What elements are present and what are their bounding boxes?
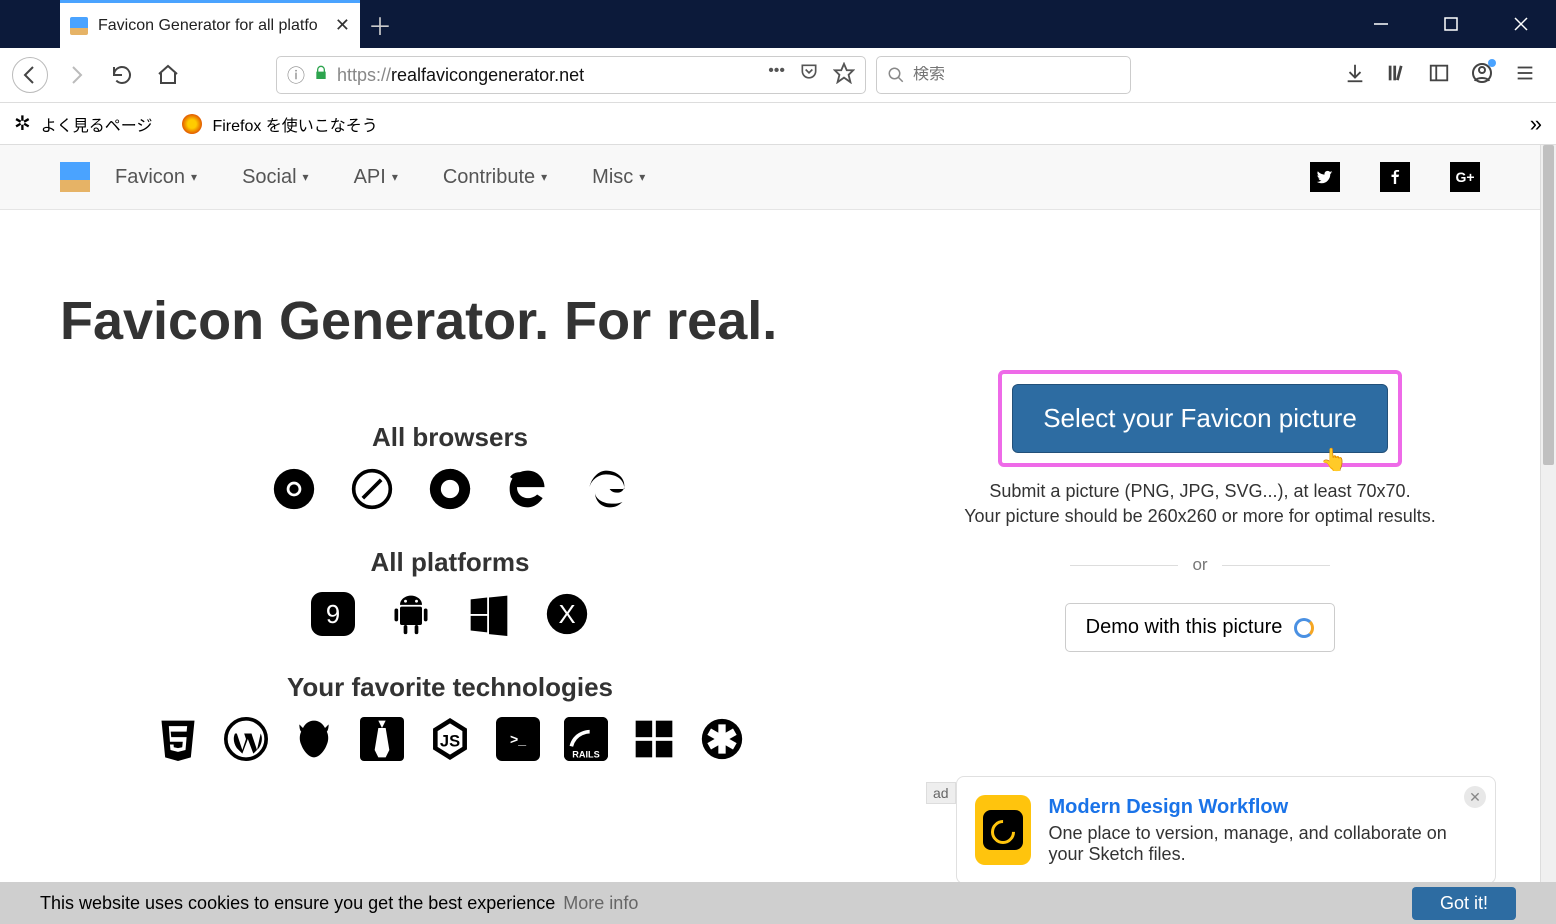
nav-contribute[interactable]: Contribute▾ bbox=[443, 166, 547, 189]
macos-icon: X bbox=[545, 592, 589, 636]
site-logo-icon[interactable] bbox=[60, 162, 90, 192]
ad-body: One place to version, manage, and collab… bbox=[1049, 823, 1477, 865]
scrollbar-thumb[interactable] bbox=[1543, 145, 1554, 465]
hint-text: Your picture should be 260x260 or more f… bbox=[920, 506, 1480, 527]
scrollbar[interactable]: ▾ bbox=[1540, 145, 1556, 924]
bookmark-item[interactable]: よく見るページ bbox=[41, 112, 153, 136]
minimize-button[interactable] bbox=[1346, 0, 1416, 48]
html5-icon bbox=[156, 717, 200, 761]
cli-icon: >_ bbox=[496, 717, 540, 761]
chrome-icon bbox=[272, 467, 316, 511]
ad-close-icon[interactable]: ✕ bbox=[1464, 786, 1486, 808]
search-bar[interactable] bbox=[876, 56, 1131, 94]
svg-text:JS: JS bbox=[440, 732, 460, 750]
site-nav: Favicon▾ Social▾ API▾ Contribute▾ Misc▾ … bbox=[0, 145, 1540, 210]
page-actions-icon[interactable]: ••• bbox=[768, 62, 785, 89]
new-tab-button[interactable]: ＋ bbox=[360, 0, 400, 48]
edge-icon bbox=[584, 467, 628, 511]
downloads-icon[interactable] bbox=[1344, 62, 1366, 89]
bookmark-star-icon[interactable] bbox=[833, 62, 855, 89]
svg-text:9: 9 bbox=[326, 601, 340, 629]
ad-label: ad bbox=[926, 782, 956, 804]
firefox-icon bbox=[428, 467, 472, 511]
ios-icon: 9 bbox=[311, 592, 355, 636]
page-title: Favicon Generator. For real. bbox=[60, 290, 840, 352]
bookmark-item[interactable]: Firefox を使いこなそう bbox=[212, 112, 377, 136]
pocket-icon[interactable] bbox=[799, 62, 819, 89]
sidebar-icon[interactable] bbox=[1428, 62, 1450, 89]
nav-favicon[interactable]: Favicon▾ bbox=[115, 166, 197, 189]
demo-button[interactable]: Demo with this picture bbox=[1065, 603, 1336, 652]
favicon-icon bbox=[70, 17, 88, 35]
chevron-down-icon: ▾ bbox=[191, 170, 197, 184]
rails-icon: RAILS bbox=[564, 717, 608, 761]
home-button[interactable] bbox=[150, 57, 186, 93]
search-input[interactable] bbox=[913, 66, 1120, 84]
nodejs-icon: JS bbox=[428, 717, 472, 761]
firefox-icon bbox=[182, 114, 202, 134]
googleplus-icon[interactable]: G+ bbox=[1450, 162, 1480, 192]
safari-icon bbox=[350, 467, 394, 511]
site-info-icon[interactable]: ⓘ bbox=[287, 62, 305, 88]
cursor-icon: 👆 bbox=[1320, 447, 1347, 473]
menu-icon[interactable] bbox=[1514, 62, 1536, 89]
gear-icon[interactable]: ✲ bbox=[14, 111, 31, 136]
asterisk-icon bbox=[700, 717, 744, 761]
window-titlebar: Favicon Generator for all platfo ✕ ＋ bbox=[0, 0, 1556, 48]
nav-misc[interactable]: Misc▾ bbox=[592, 166, 645, 189]
ad-logo-icon bbox=[975, 795, 1031, 865]
chevron-down-icon: ▾ bbox=[541, 170, 547, 184]
search-icon bbox=[887, 66, 905, 84]
maximize-button[interactable] bbox=[1416, 0, 1486, 48]
refresh-icon bbox=[1294, 618, 1314, 638]
close-tab-icon[interactable]: ✕ bbox=[335, 15, 350, 36]
nav-social[interactable]: Social▾ bbox=[242, 166, 309, 189]
facebook-icon[interactable] bbox=[1380, 162, 1410, 192]
gulp-icon bbox=[360, 717, 404, 761]
twitter-icon[interactable] bbox=[1310, 162, 1340, 192]
bookmark-toolbar: ✲ よく見るページ Firefox を使いこなそう » bbox=[0, 103, 1556, 145]
library-icon[interactable] bbox=[1386, 62, 1408, 89]
reload-button[interactable] bbox=[104, 57, 140, 93]
svg-text:RAILS: RAILS bbox=[572, 749, 599, 759]
url-text: https://realfavicongenerator.net bbox=[337, 65, 584, 86]
account-icon[interactable] bbox=[1470, 61, 1494, 90]
grunt-icon bbox=[292, 717, 336, 761]
wordpress-icon bbox=[224, 717, 268, 761]
forward-button[interactable] bbox=[58, 57, 94, 93]
svg-text:X: X bbox=[558, 601, 575, 629]
overflow-icon[interactable]: » bbox=[1530, 111, 1542, 137]
cookie-more-link[interactable]: More info bbox=[563, 893, 638, 914]
address-bar[interactable]: ⓘ https://realfavicongenerator.net ••• bbox=[276, 56, 866, 94]
close-window-button[interactable] bbox=[1486, 0, 1556, 48]
separator-or: or bbox=[1070, 555, 1330, 575]
browser-tab-active[interactable]: Favicon Generator for all platfo ✕ bbox=[60, 0, 360, 48]
cookie-banner: This website uses cookies to ensure you … bbox=[0, 882, 1556, 924]
section-platforms-heading: All platforms bbox=[60, 547, 840, 578]
chevron-down-icon: ▾ bbox=[303, 170, 309, 184]
browser-toolbar: ⓘ https://realfavicongenerator.net ••• bbox=[0, 48, 1556, 103]
lock-icon bbox=[313, 65, 329, 86]
chevron-down-icon: ▾ bbox=[392, 170, 398, 184]
section-browsers-heading: All browsers bbox=[60, 422, 840, 453]
chevron-down-icon: ▾ bbox=[639, 170, 645, 184]
cookie-accept-button[interactable]: Got it! bbox=[1412, 887, 1516, 920]
back-button[interactable] bbox=[12, 57, 48, 93]
nav-api[interactable]: API▾ bbox=[354, 166, 398, 189]
ie-icon bbox=[506, 467, 550, 511]
select-favicon-button[interactable]: Select your Favicon picture bbox=[1012, 384, 1388, 453]
microsoft-icon bbox=[632, 717, 676, 761]
highlighted-region: Select your Favicon picture 👆 bbox=[998, 370, 1402, 467]
android-icon bbox=[389, 592, 433, 636]
section-tech-heading: Your favorite technologies bbox=[60, 672, 840, 703]
tab-title: Favicon Generator for all platfo bbox=[98, 17, 325, 35]
ad-card[interactable]: Modern Design Workflow One place to vers… bbox=[956, 776, 1496, 884]
ad-title: Modern Design Workflow bbox=[1049, 796, 1477, 819]
cookie-message: This website uses cookies to ensure you … bbox=[40, 893, 555, 914]
hint-text: Submit a picture (PNG, JPG, SVG...), at … bbox=[920, 481, 1480, 502]
windows-icon bbox=[467, 592, 511, 636]
